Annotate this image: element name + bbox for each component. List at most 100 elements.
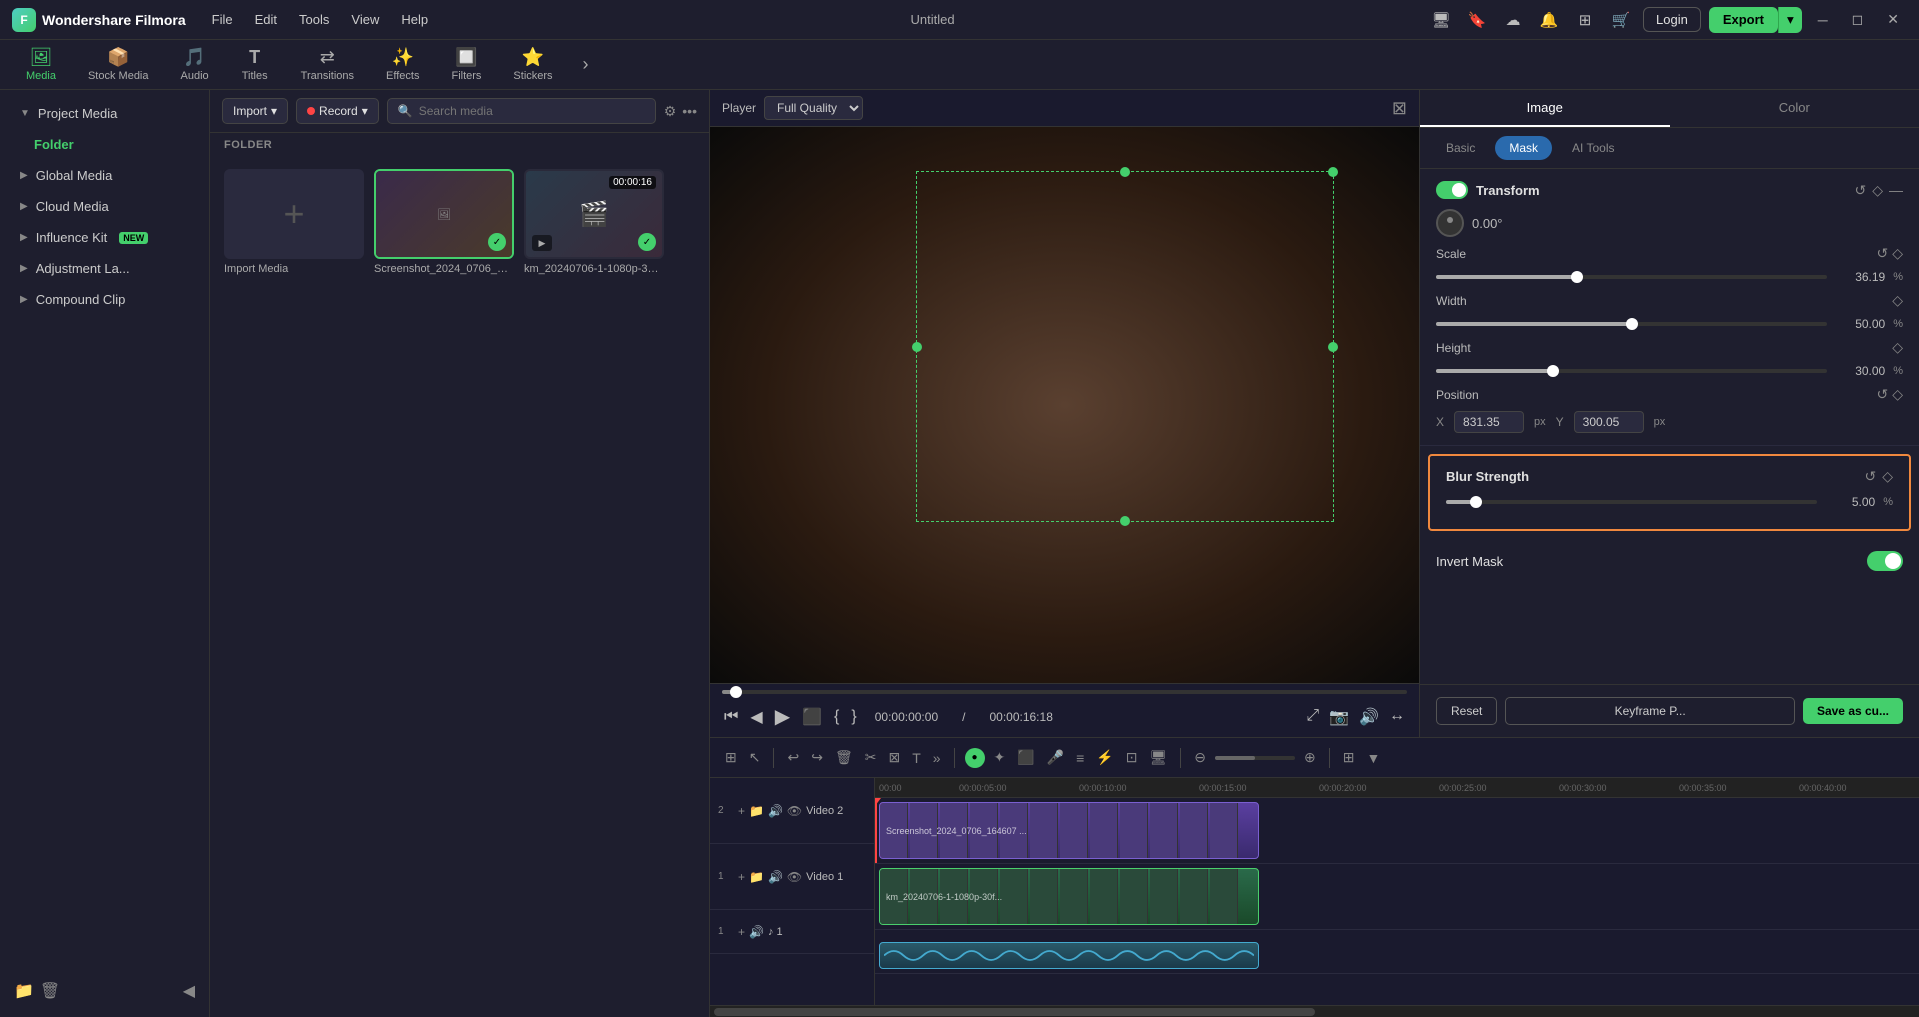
import-button[interactable]: Import ▾ [222, 98, 288, 124]
tl-delete-icon[interactable]: 🗑 [832, 746, 856, 769]
minimize-button[interactable]: ─ [1810, 8, 1836, 32]
screenshot-button[interactable]: 📷 [1327, 705, 1351, 729]
tab-transitions[interactable]: ⇄ Transitions [287, 43, 368, 86]
menu-edit[interactable]: Edit [245, 8, 287, 31]
more-controls-button[interactable]: ↔ [1387, 705, 1407, 729]
notification-icon[interactable]: 🔔 [1535, 6, 1563, 34]
subtab-basic[interactable]: Basic [1432, 136, 1489, 160]
video2-clip[interactable]: Screenshot_2024_0706_164607 ... [879, 802, 1259, 859]
tl-clip-icon[interactable]: ⬛ [1014, 746, 1037, 769]
frame-end-button[interactable]: } [849, 706, 858, 728]
rotation-dial[interactable] [1436, 209, 1464, 237]
tl-screen-icon[interactable]: 🖥 [1147, 746, 1171, 769]
export-button[interactable]: Export [1709, 7, 1778, 33]
tab-color[interactable]: Color [1670, 90, 1919, 127]
tl-zoom-out-icon[interactable]: ⊖ [1191, 746, 1209, 769]
playhead[interactable] [875, 798, 877, 863]
sidebar-item-global-media[interactable]: ▶ Global Media [6, 161, 203, 190]
frame-back-button[interactable]: ◀ [748, 705, 764, 729]
menu-file[interactable]: File [202, 8, 243, 31]
width-slider[interactable] [1436, 322, 1827, 326]
timeline-scrollbar[interactable] [710, 1005, 1919, 1017]
bookmark-icon[interactable]: 🔖 [1463, 6, 1491, 34]
tab-media[interactable]: 🖼 Media [12, 43, 70, 86]
blur-slider[interactable] [1446, 500, 1817, 504]
sidebar-item-influence-kit[interactable]: ▶ Influence Kit NEW [6, 223, 203, 252]
track1-eye-icon[interactable]: 👁 [787, 870, 802, 884]
more-icon[interactable]: ••• [682, 103, 697, 120]
cloud-upload-icon[interactable]: ☁ [1499, 6, 1527, 34]
sidebar-collapse-icon[interactable]: ◀ [183, 981, 195, 1001]
track1-folder-icon[interactable]: 📁 [749, 870, 764, 884]
zoom-track[interactable] [1215, 756, 1295, 760]
audio1-add-icon[interactable]: + [738, 925, 745, 939]
tab-stock-media[interactable]: 📦 Stock Media [74, 43, 163, 86]
tl-cut-icon[interactable]: ✂ [862, 746, 880, 769]
search-input[interactable] [419, 104, 645, 118]
tl-playback-button[interactable]: ● [965, 748, 985, 768]
audio-button[interactable]: 🔊 [1357, 705, 1381, 729]
close-button[interactable]: ✕ [1879, 7, 1907, 32]
height-keyframe-icon[interactable]: ◇ [1892, 339, 1903, 356]
save-as-button[interactable]: Save as cu... [1803, 698, 1903, 724]
filter-icon[interactable]: ⚙ [664, 103, 677, 120]
export-dropdown-button[interactable]: ▾ [1778, 7, 1802, 33]
list-item[interactable]: 🖼 ✓ Screenshot_2024_0706_1646... [374, 169, 514, 1005]
position-reset-icon[interactable]: ↺ [1876, 386, 1888, 403]
subtab-ai-tools[interactable]: AI Tools [1558, 136, 1628, 160]
fit-screen-button[interactable]: ⤢ [1304, 705, 1321, 729]
invert-toggle[interactable] [1867, 551, 1903, 571]
transform-toggle[interactable] [1436, 181, 1468, 199]
blur-keyframe-icon[interactable]: ◇ [1882, 468, 1893, 485]
screen-icon[interactable]: 🖥 [1427, 6, 1455, 34]
record-button[interactable]: Record ▾ [296, 98, 379, 124]
tab-image[interactable]: Image [1420, 90, 1670, 127]
new-folder-icon[interactable]: 📁 [14, 981, 34, 1001]
track1-add-icon[interactable]: + [738, 870, 745, 884]
sidebar-item-adjustment[interactable]: ▶ Adjustment La... [6, 254, 203, 283]
reset-button[interactable]: Reset [1436, 697, 1497, 725]
more-tabs-button[interactable]: › [575, 50, 597, 79]
delete-folder-icon[interactable]: 🗑 [40, 981, 60, 1001]
menu-tools[interactable]: Tools [289, 8, 339, 31]
scale-thumb[interactable] [1571, 271, 1583, 283]
height-slider[interactable] [1436, 369, 1827, 373]
tab-effects[interactable]: ✨ Effects [372, 43, 433, 86]
track1-audio-icon[interactable]: 🔊 [768, 870, 783, 884]
preview-expand-icon[interactable]: ⊠ [1392, 98, 1407, 119]
audio1-clip[interactable] [879, 942, 1259, 969]
preview-canvas[interactable] [710, 127, 1419, 683]
tl-settings-icon[interactable]: ▼ [1363, 747, 1383, 769]
keyframe-button[interactable]: Keyframe P... [1505, 697, 1795, 725]
login-button[interactable]: Login [1643, 7, 1701, 32]
tab-titles[interactable]: T Titles [227, 43, 283, 86]
skip-back-button[interactable]: ⏮ [722, 706, 740, 728]
screenshot-thumb[interactable]: 🖼 ✓ [374, 169, 514, 259]
play-button[interactable]: ▶ [773, 702, 792, 731]
transform-collapse-icon[interactable]: — [1889, 182, 1903, 199]
scroll-thumb[interactable] [714, 1008, 1315, 1016]
tl-crop-icon[interactable]: ⊠ [885, 746, 903, 769]
track2-add-icon[interactable]: + [738, 804, 745, 818]
video-thumb[interactable]: 🎬 00:00:16 ▶ ✓ [524, 169, 664, 259]
sidebar-item-project-media[interactable]: ▼ Project Media [6, 99, 203, 128]
track2-eye-icon[interactable]: 👁 [787, 804, 802, 818]
width-thumb[interactable] [1626, 318, 1638, 330]
tl-cursor-icon[interactable]: ↖ [746, 746, 764, 769]
list-item[interactable]: 🎬 00:00:16 ▶ ✓ km_20240706-1-1080p-30f_2… [524, 169, 664, 1005]
track2-folder-icon[interactable]: 📁 [749, 804, 764, 818]
blur-thumb[interactable] [1470, 496, 1482, 508]
tl-undo-icon[interactable]: ↩ [784, 746, 802, 769]
tl-mic-icon[interactable]: 🎤 [1044, 746, 1067, 769]
tl-grid-icon[interactable]: ⊞ [1340, 746, 1358, 769]
audio1-audio-icon[interactable]: 🔊 [749, 925, 764, 939]
x-input[interactable] [1454, 411, 1524, 433]
tl-text-icon[interactable]: T [909, 747, 924, 769]
width-keyframe-icon[interactable]: ◇ [1892, 292, 1903, 309]
sidebar-item-compound-clip[interactable]: ▶ Compound Clip [6, 285, 203, 314]
shop-icon[interactable]: 🛒 [1607, 6, 1635, 34]
tl-redo-icon[interactable]: ↪ [808, 746, 826, 769]
list-item[interactable]: + Import Media [224, 169, 364, 1005]
track2-audio-icon[interactable]: 🔊 [768, 804, 783, 818]
tab-filters[interactable]: 🔲 Filters [437, 43, 495, 86]
